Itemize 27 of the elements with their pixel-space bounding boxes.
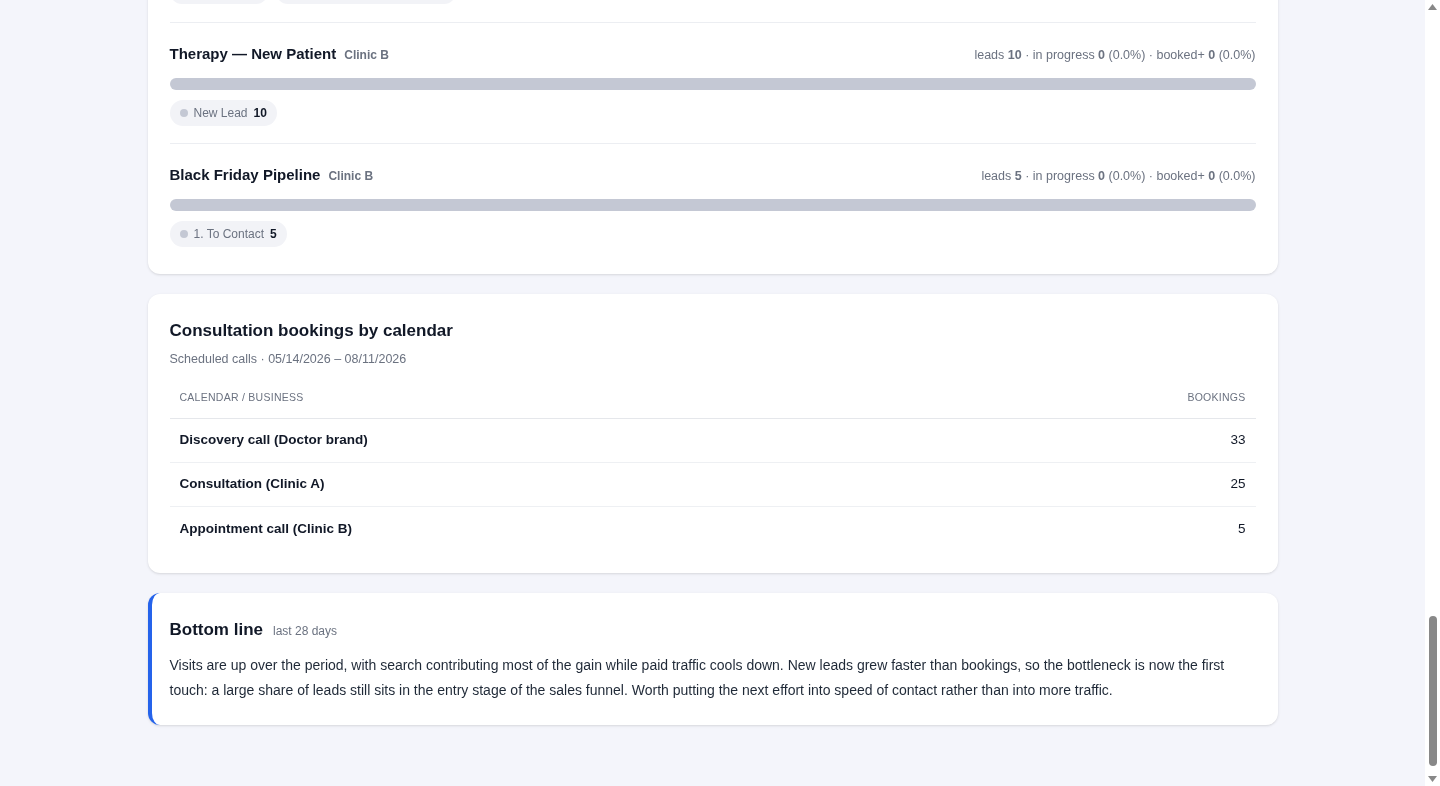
business-name: Clinic B xyxy=(328,168,374,185)
period-label: last 28 days xyxy=(273,623,338,640)
card-title: Consultation bookings by calendar xyxy=(169,320,454,342)
scroll-up-icon[interactable] xyxy=(1428,4,1437,10)
column-header: BOOKINGS xyxy=(1187,390,1246,406)
table-cell-text: 5 xyxy=(1238,519,1246,538)
stage-count: 10 xyxy=(253,105,267,122)
table-cell-text: Consultation (Clinic A) xyxy=(179,475,325,494)
table-cell-text: 25 xyxy=(1230,475,1246,494)
pipeline-name: Therapy — New Patient xyxy=(169,44,337,64)
table-cell-text: Discovery call (Doctor brand) xyxy=(179,431,368,450)
scroll-down-icon[interactable] xyxy=(1428,776,1437,782)
scroll-thumb[interactable] xyxy=(1428,616,1437,766)
pipeline-stats: leads 5 · in progress 0 (0.0%) · booked+ 0 (0.0%) xyxy=(981,168,1256,185)
pipeline-stats: leads 10 · in progress 0 (0.0%) · booked+ 0 (0.0%) xyxy=(974,47,1256,64)
stage-label: New Lead xyxy=(193,105,248,122)
table-cell-text: Appointment call (Clinic B) xyxy=(179,519,352,538)
stage-label: 1. To Contact xyxy=(193,226,264,243)
pipeline-name: Black Friday Pipeline xyxy=(169,165,321,185)
card-subtitle: Scheduled calls · 05/14/2026 – 08/11/2026 xyxy=(169,350,408,368)
table-cell-text: 33 xyxy=(1230,431,1246,450)
scrollbar[interactable] xyxy=(1425,0,1440,786)
column-header: CALENDAR / BUSINESS xyxy=(179,390,304,406)
stage-count: 5 xyxy=(270,226,277,243)
business-name: Clinic B xyxy=(344,47,389,64)
card-title: Bottom line xyxy=(169,619,263,641)
summary-text: Visits are up over the period, with search contributing most of the gain while paid traffic cools down. New leads grew faster than bookings, so the bottleneck is now the first touch: a large share of leads still sits in the entry stage of the sales funnel. Worth putting the next effort into speed of contact rather than into more traffic. xyxy=(169,655,1226,700)
